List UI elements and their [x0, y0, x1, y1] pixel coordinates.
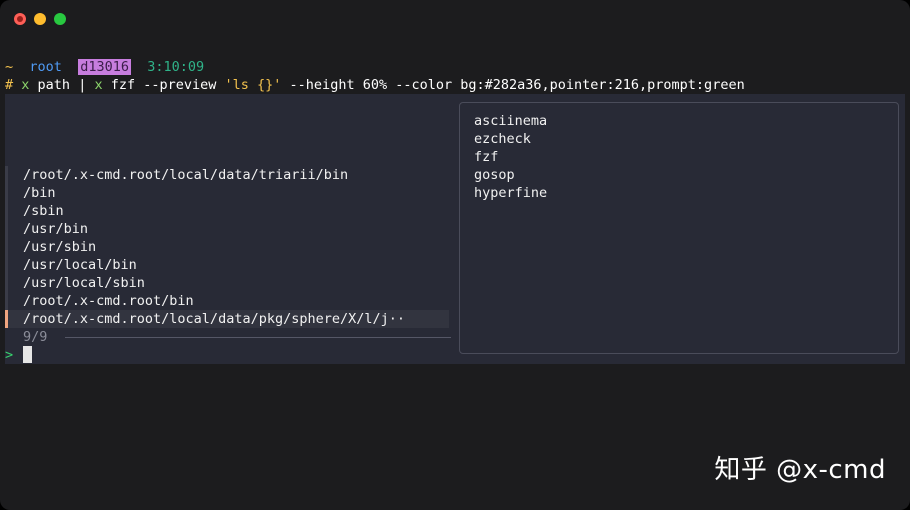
fzf-list-item[interactable]: /bin: [23, 184, 56, 202]
fzf-gutter: [5, 292, 8, 310]
fzf-panel: /root/.x-cmd.root/local/data/triarii/bin…: [5, 94, 905, 364]
fzf-gutter: [5, 256, 8, 274]
fzf-info-separator: [65, 337, 451, 338]
fzf-list-item[interactable]: /root/.x-cmd.root/local/data/triarii/bin: [23, 166, 348, 184]
fzf-query-input[interactable]: [23, 346, 32, 363]
fzf-list-item[interactable]: /usr/sbin: [23, 238, 96, 256]
terminal-window: ~ root d13016 3:10:09 # x path | x fzf -…: [0, 0, 910, 510]
command-x2: x: [94, 77, 103, 93]
fzf-gutter: [5, 166, 8, 184]
command-hash: #: [5, 77, 14, 93]
preview-list-item: asciinema: [474, 113, 548, 129]
close-icon: [17, 16, 23, 22]
command-line: # x path | x fzf --preview 'ls {}' --hei…: [5, 76, 745, 94]
maximize-window-button[interactable]: [54, 13, 66, 25]
minimize-window-button[interactable]: [34, 13, 46, 25]
command-part3: --height 60% --color bg:#282a36,pointer:…: [281, 77, 745, 93]
fzf-list-item[interactable]: /sbin: [23, 202, 64, 220]
fzf-preview-window: asciinema ezcheck fzf gosop hyperfine: [459, 102, 899, 354]
fzf-list-item[interactable]: /usr/local/sbin: [23, 274, 145, 292]
fzf-gutter: [5, 220, 8, 238]
fzf-list-item[interactable]: /usr/bin: [23, 220, 88, 238]
prompt-user: root: [29, 59, 62, 75]
preview-list-item: ezcheck: [474, 131, 531, 147]
prompt-time: 3:10:09: [147, 59, 205, 75]
shell-prompt: ~ root d13016 3:10:09: [5, 58, 204, 76]
fzf-gutter: [5, 238, 8, 256]
fzf-result-list: /root/.x-cmd.root/local/data/triarii/bin…: [5, 94, 451, 364]
fzf-gutter: [5, 202, 8, 220]
close-window-button[interactable]: [14, 13, 26, 25]
fzf-list-item[interactable]: /root/.x-cmd.root/bin: [23, 292, 194, 310]
fzf-gutter: [5, 184, 8, 202]
fzf-list-item[interactable]: /usr/local/bin: [23, 256, 137, 274]
fzf-gutter: [5, 274, 8, 292]
prompt-cwd: ~: [5, 59, 14, 75]
watermark: 知乎 @x-cmd: [714, 455, 886, 485]
command-part2: fzf --preview: [102, 77, 225, 93]
command-part1: path |: [29, 77, 95, 93]
fzf-match-count: 9/9: [23, 329, 48, 345]
preview-list-item: gosop: [474, 167, 515, 183]
preview-list-item: hyperfine: [474, 185, 548, 201]
fzf-prompt-symbol: >: [5, 347, 14, 363]
fzf-list-item[interactable]: /root/.x-cmd.root/local/data/pkg/sphere/…: [23, 310, 405, 328]
prompt-host: d13016: [78, 59, 131, 75]
command-preview-arg: 'ls {}': [224, 77, 282, 93]
preview-list-item: fzf: [474, 149, 499, 165]
